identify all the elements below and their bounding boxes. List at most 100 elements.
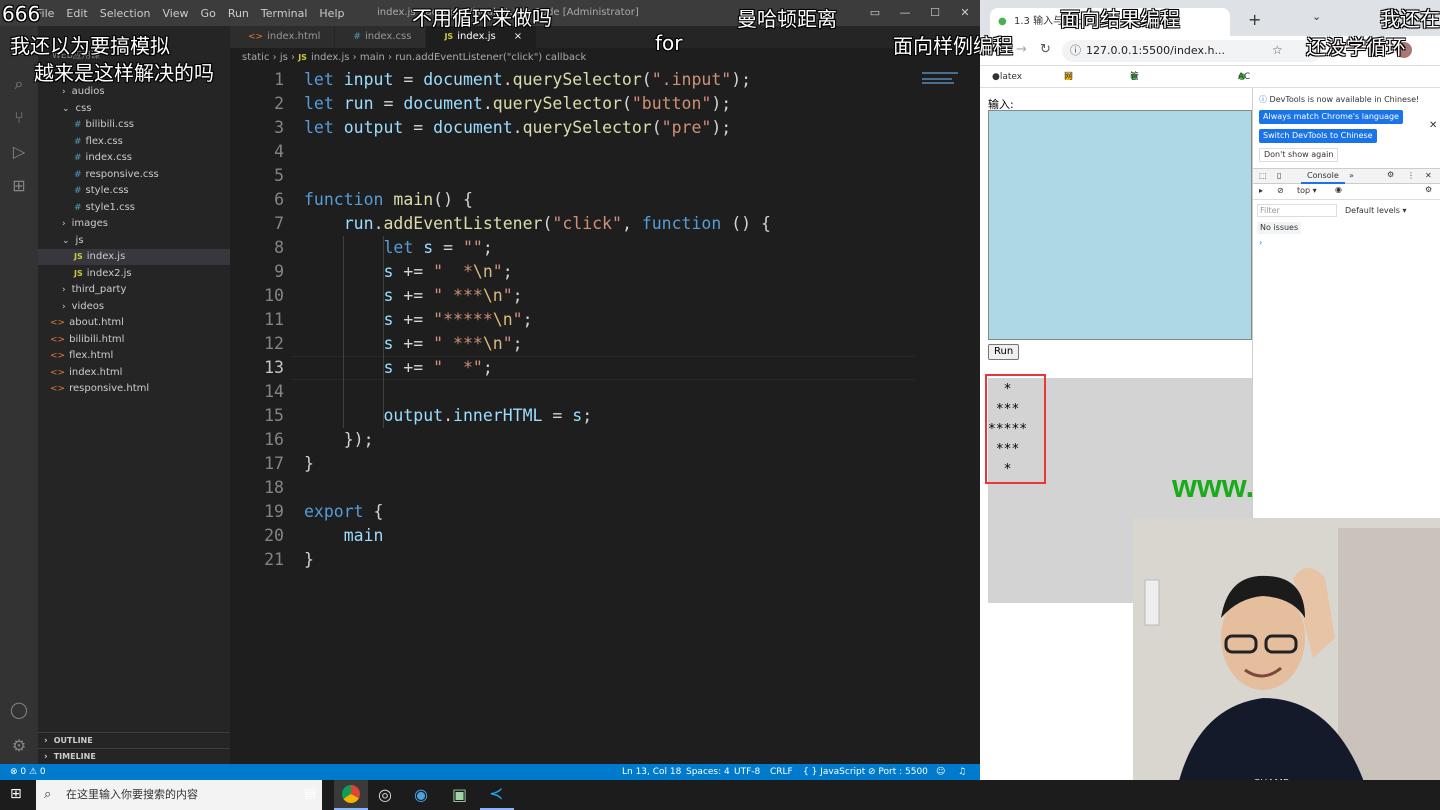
menu-help[interactable]: Help [319,7,344,20]
window-app-icon[interactable]: ▣ [452,785,467,804]
tree-item-index-css[interactable]: # index.css [38,150,230,166]
breadcrumb-callback[interactable]: run.addEventListener("click") callback [395,52,586,63]
always-match-language-button[interactable]: Always match Chrome's language [1259,110,1403,124]
minimize-icon[interactable]: — [890,0,920,26]
chrome-taskbar-button[interactable] [334,780,368,810]
tab-search-chevron-icon[interactable]: ⌄ [1312,10,1321,23]
account-icon[interactable]: ◯ [9,700,29,720]
tree-item-flex-html[interactable]: <> flex.html [38,348,230,364]
tree-item-style-css[interactable]: # style.css [38,183,230,199]
notifications-bell-icon[interactable]: ♫ [958,764,966,780]
code-line[interactable]: export { [304,500,383,524]
app-icon[interactable]: ◉ [414,785,428,804]
code-line[interactable]: let output = document.querySelector("pre… [304,116,731,140]
context-selector[interactable]: top ▾ [1297,186,1317,195]
switch-to-chinese-button[interactable]: Switch DevTools to Chinese [1259,129,1377,143]
tree-item-audios[interactable]: › audios [38,84,230,100]
obs-icon[interactable]: ◎ [378,785,392,804]
tab-index-html[interactable]: <> index.html [230,26,336,48]
console-tab[interactable]: Console [1301,169,1345,184]
console-settings-icon[interactable]: ⚙ [1425,185,1432,194]
menu-run[interactable]: Run [228,7,249,20]
close-tab-icon[interactable]: × [514,31,522,42]
live-expression-eye-icon[interactable]: ◉ [1335,185,1342,194]
breadcrumb-file[interactable]: index.js [311,52,350,63]
maximize-icon[interactable]: ☐ [920,0,950,26]
windows-start-icon[interactable]: ⊞ [10,786,22,802]
more-tabs-icon[interactable]: » [1349,171,1354,180]
menu-selection[interactable]: Selection [100,7,151,20]
language-mode[interactable]: { } JavaScript [803,764,865,780]
tree-item-third-party[interactable]: › third_party [38,282,230,298]
editor-scrollbar[interactable] [970,68,980,764]
tree-item-bilibili-html[interactable]: <> bilibili.html [38,332,230,348]
bookmark-star-icon[interactable]: ☆ [1272,43,1283,57]
devtools-menu-icon[interactable]: ⋮ [1407,171,1415,180]
dont-show-again-button[interactable]: Don't show again [1259,148,1339,162]
minimap[interactable] [920,68,970,108]
breadcrumb-js[interactable]: js [280,52,288,63]
tree-item-index-js[interactable]: JS index.js [38,249,230,265]
code-line[interactable]: s += " ***\n"; [304,332,522,356]
tree-item-css[interactable]: ⌄ css [38,101,230,117]
indent-spaces[interactable]: Spaces: 4 [686,764,730,780]
task-view-icon[interactable]: ▤ [304,786,316,801]
layout-icon[interactable]: ▭ [860,0,890,26]
close-window-icon[interactable]: ✕ [950,0,980,26]
tree-item-flex-css[interactable]: # flex.css [38,134,230,150]
code-line[interactable]: } [304,548,314,572]
tree-item-about-html[interactable]: <> about.html [38,315,230,331]
code-line[interactable]: let s = ""; [304,236,492,260]
outline-panel-header[interactable]: › OUTLINE [38,732,230,748]
code-line[interactable]: output.innerHTML = s; [304,404,592,428]
code-line[interactable]: let input = document.querySelector(".inp… [304,68,751,92]
code-line[interactable]: s += "*****\n"; [304,308,532,332]
log-levels-dropdown[interactable]: Default levels ▾ [1345,206,1407,215]
tree-item-responsive-html[interactable]: <> responsive.html [38,381,230,397]
code-line[interactable]: s += " *\n"; [304,260,512,284]
site-info-icon[interactable]: ⓘ [1070,40,1081,62]
extensions-icon[interactable]: ⊞ [9,176,29,196]
breadcrumb-main[interactable]: main [360,52,385,63]
code-line[interactable]: let run = document.querySelector("button… [304,92,731,116]
close-devtools-icon[interactable]: ✕ [1425,171,1432,180]
tree-item-index2-js[interactable]: JS index2.js [38,266,230,282]
search-icon[interactable]: ⌕ [9,74,29,94]
settings-gear-icon[interactable]: ⚙ [9,736,29,756]
clear-console-icon[interactable]: ⊘ [1277,186,1284,195]
code-line[interactable]: main [304,524,384,548]
console-prompt-icon[interactable]: › [1259,238,1262,247]
file-encoding[interactable]: UTF-8 [734,764,760,780]
bookmark-latex[interactable]: ● latex 语法 [992,66,1022,104]
tree-item-bilibili-css[interactable]: # bilibili.css [38,117,230,133]
line-ending[interactable]: CRLF [770,764,793,780]
sidebar-toggle-icon[interactable]: ▸ [1259,186,1263,195]
run-debug-icon[interactable]: ▷ [9,142,29,162]
code-editor[interactable]: 1 let input = document.querySelector(".in… [230,68,970,764]
code-line[interactable]: function main() { [304,188,473,212]
issues-badge[interactable]: No issues [1257,222,1302,234]
input-textarea[interactable] [988,110,1252,340]
menu-edit[interactable]: Edit [66,7,87,20]
live-server-port[interactable]: ⊘ Port : 5500 [868,764,928,780]
tree-item-js[interactable]: ⌄ js [38,233,230,249]
tree-item-images[interactable]: › images [38,216,230,232]
device-toolbar-icon[interactable]: ▯ [1277,171,1281,180]
dismiss-notice-icon[interactable]: ✕ [1429,120,1437,131]
inspect-element-icon[interactable]: ⬚ [1259,171,1267,180]
problems-indicator[interactable]: ⊗ 0 ⚠ 0 [10,764,46,780]
timeline-panel-header[interactable]: › TIMELINE [38,748,230,764]
vscode-taskbar-button[interactable]: ≺ [480,780,514,810]
breadcrumb-static[interactable]: static [242,52,269,63]
new-tab-icon[interactable]: + [1248,10,1261,29]
url-bar[interactable]: ⓘ 127.0.0.1:5500/index.h... [1062,40,1322,62]
menu-go[interactable]: Go [201,7,216,20]
code-line[interactable]: } [304,452,314,476]
tree-item-index-html[interactable]: <> index.html [38,365,230,381]
menu-view[interactable]: View [162,7,188,20]
code-line[interactable]: s += " *"; [304,356,492,380]
console-filter-input[interactable]: Filter [1257,204,1337,217]
code-line[interactable]: run.addEventListener("click", function (… [304,212,771,236]
tree-item-videos[interactable]: › videos [38,299,230,315]
code-line[interactable]: }); [304,428,374,452]
